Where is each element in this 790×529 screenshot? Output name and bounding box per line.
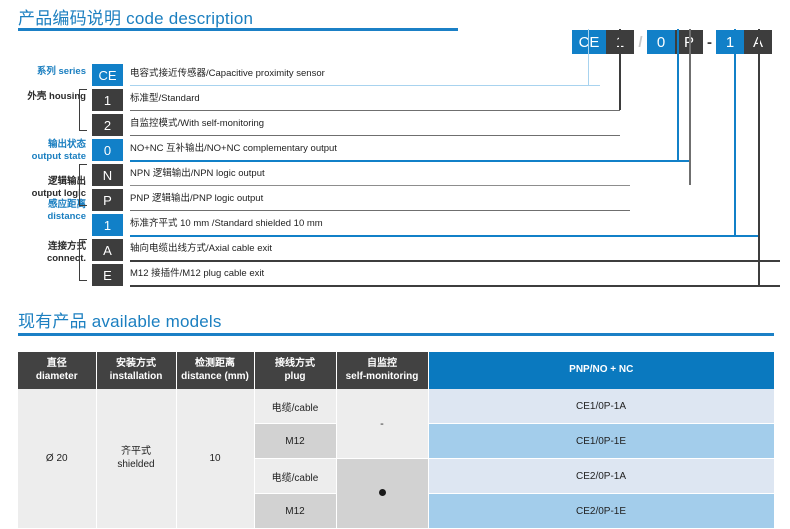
code-desc-rule-axial-cable xyxy=(130,260,780,262)
code-description-heading-cn: 产品编码说明 xyxy=(18,9,121,28)
cell-plug-4: M12 xyxy=(254,494,336,529)
cell-plug-1: 电缆/cable xyxy=(254,389,336,424)
code-desc-housing-standard: 标准型/Standard xyxy=(130,93,200,105)
column-header-diameter: 直径 diameter xyxy=(18,352,96,389)
dash-symbol: - xyxy=(380,418,384,430)
cell-model-4: CE2/0P-1E xyxy=(428,494,774,529)
cell-model-1: CE1/0P-1A xyxy=(428,389,774,424)
code-desc-series: 电容式接近传感器/Capacitive proximity sensor xyxy=(130,68,325,80)
available-models-heading-en: available models xyxy=(92,312,222,331)
code-key-E: E xyxy=(92,264,123,286)
code-desc-rule-series xyxy=(130,85,600,86)
code-key-N: N xyxy=(92,164,123,186)
group-bracket-connection xyxy=(79,239,87,281)
code-key-1-distance: 1 xyxy=(92,214,123,236)
code-desc-rule-m12-plug xyxy=(130,285,780,287)
leader-output-logic xyxy=(689,29,691,185)
available-models-heading: 现有产品 available models xyxy=(18,307,222,332)
code-desc-npn: NPN 逻辑输出/NPN logic output xyxy=(130,168,265,180)
cell-plug-3: 电缆/cable xyxy=(254,459,336,494)
code-description-heading: 产品编码说明 code description xyxy=(18,4,253,29)
code-key-A: A xyxy=(92,239,123,261)
code-desc-distance: 标准齐平式 10 mm /Standard shielded 10 mm xyxy=(130,218,323,230)
cell-model-2: CE1/0P-1E xyxy=(428,424,774,459)
code-desc-rule-output-state xyxy=(130,160,690,162)
code-description-heading-en: code description xyxy=(126,9,253,28)
leader-connection xyxy=(758,29,760,286)
leader-distance xyxy=(734,29,736,236)
available-models-rule xyxy=(18,333,774,336)
code-row-label-distance: 感应距离 distance xyxy=(0,199,86,222)
column-header-distance: 检测距离 distance (mm) xyxy=(176,352,254,389)
code-row-label-housing: 外壳 housing xyxy=(0,91,86,103)
leader-output-state xyxy=(677,29,679,161)
code-part-series: CE xyxy=(572,30,606,54)
available-models-heading-cn: 现有产品 xyxy=(18,312,87,331)
cell-model-3: CE2/0P-1A xyxy=(428,459,774,494)
code-key-P: P xyxy=(92,189,123,211)
leader-series xyxy=(588,29,589,86)
cell-installation: 齐平式 shielded xyxy=(96,389,176,529)
code-row-label-connection: 连接方式 connect. xyxy=(0,241,86,264)
code-description-rule xyxy=(18,28,458,31)
code-desc-rule-pnp xyxy=(130,210,630,211)
code-row-label-output-state: 输出状态 output state xyxy=(0,139,86,162)
code-desc-pnp: PNP 逻辑输出/PNP logic output xyxy=(130,193,263,205)
column-header-plug: 接线方式 plug xyxy=(254,352,336,389)
available-models-table: 直径 diameter 安装方式 installation 检测距离 dista… xyxy=(18,352,775,529)
code-desc-rule-housing-selfmon xyxy=(130,135,620,136)
code-description-diagram: 系列 series 外壳 housing 输出状态 output state 逻… xyxy=(0,56,790,286)
code-desc-housing-selfmon: 自监控模式/With self-monitoring xyxy=(130,118,264,130)
table-header-row: 直径 diameter 安装方式 installation 检测距离 dista… xyxy=(18,352,774,389)
code-desc-rule-housing-standard xyxy=(130,110,620,111)
column-header-installation: 安装方式 installation xyxy=(96,352,176,389)
leader-housing xyxy=(619,29,621,110)
code-row-label-series: 系列 series xyxy=(0,66,86,78)
cell-diameter: Ø 20 xyxy=(18,389,96,529)
cell-distance: 10 xyxy=(176,389,254,529)
code-separator-dash: - xyxy=(703,30,716,54)
cell-plug-2: M12 xyxy=(254,424,336,459)
code-desc-output-state: NO+NC 互补输出/NO+NC complementary output xyxy=(130,143,337,155)
code-part-distance: 1 xyxy=(716,30,744,54)
product-code-string: CE 1 / 0 P - 1 A xyxy=(572,30,772,54)
code-desc-m12-plug: M12 接插件/M12 plug cable exit xyxy=(130,268,264,280)
filled-dot-icon xyxy=(379,489,386,496)
code-desc-axial-cable: 轴向电缆出线方式/Axial cable exit xyxy=(130,243,272,255)
code-desc-rule-npn xyxy=(130,185,630,186)
code-key-2-housing: 2 xyxy=(92,114,123,136)
group-bracket-housing xyxy=(79,89,87,131)
code-desc-rule-distance xyxy=(130,235,760,237)
column-header-self-monitoring: 自监控 self-monitoring xyxy=(336,352,428,389)
group-bracket-output-logic xyxy=(79,164,87,206)
code-separator-slash: / xyxy=(634,30,647,54)
column-header-pnp-no-nc: PNP/NO + NC xyxy=(428,352,774,389)
code-key-1-housing: 1 xyxy=(92,89,123,111)
code-key-CE: CE xyxy=(92,64,123,86)
cell-self-monitoring-yes xyxy=(336,459,428,529)
table-row: Ø 20 齐平式 shielded 10 电缆/cable - CE1/0P-1… xyxy=(18,389,774,424)
cell-self-monitoring-none: - xyxy=(336,389,428,459)
code-part-output-state: 0 xyxy=(647,30,675,54)
code-key-0-output-state: 0 xyxy=(92,139,123,161)
code-row-label-output-logic: 逻辑输出 output logic xyxy=(0,176,86,199)
